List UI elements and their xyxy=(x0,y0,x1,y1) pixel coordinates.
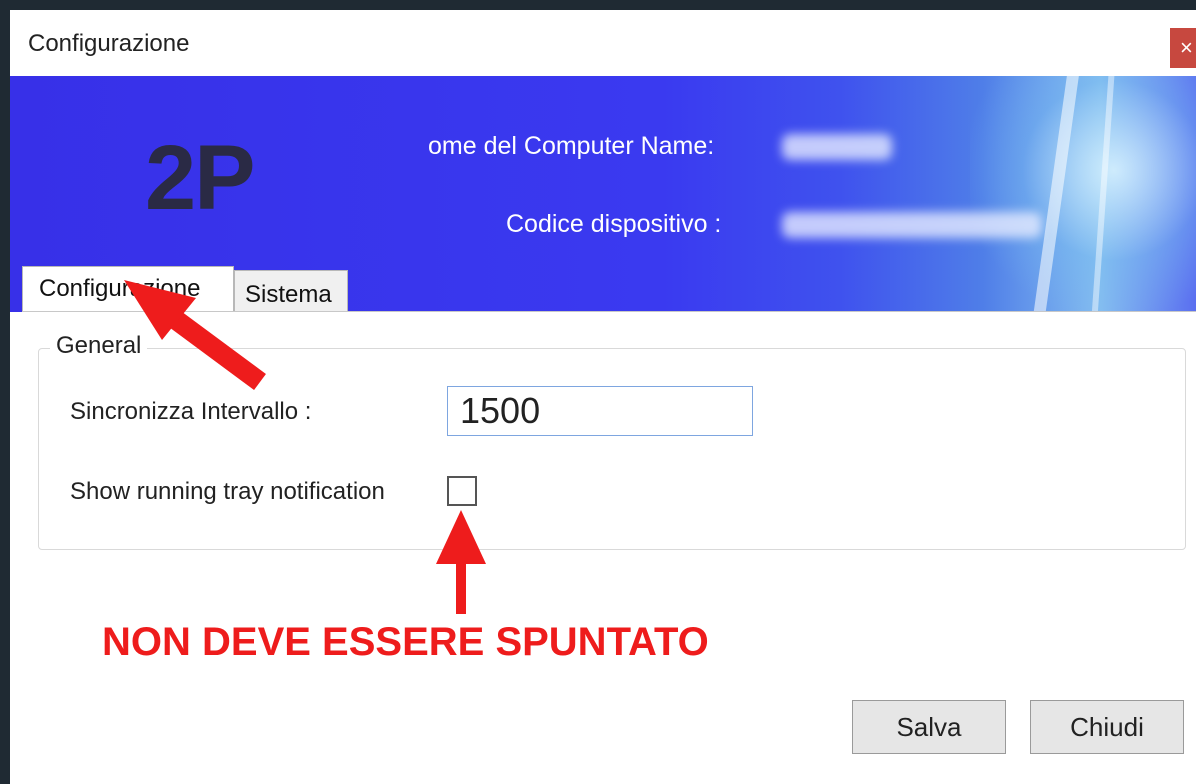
computer-name-value-redacted xyxy=(782,134,892,160)
title-bar: Configurazione × xyxy=(10,10,1196,76)
tray-notification-checkbox[interactable] xyxy=(447,476,477,506)
computer-name-label: ome del Computer Name: xyxy=(428,132,715,160)
device-code-label: Codice dispositivo : xyxy=(506,210,722,238)
sync-interval-input[interactable] xyxy=(447,386,753,436)
window-title: Configurazione xyxy=(28,30,190,57)
tray-notification-label: Show running tray notification xyxy=(70,478,385,505)
general-group-legend: General xyxy=(50,332,148,360)
logo: 2P xyxy=(145,127,256,229)
warning-annotation: NON DEVE ESSERE SPUNTATO xyxy=(102,620,709,664)
tab-panel: General Sincronizza Intervallo : Show ru… xyxy=(22,311,1196,784)
close-window-button[interactable]: × xyxy=(1170,28,1196,68)
tab-configurazione[interactable]: Configurazione xyxy=(22,266,234,312)
general-group xyxy=(38,348,1186,550)
save-button[interactable]: Salva xyxy=(852,700,1006,754)
banner-glow xyxy=(970,76,1196,312)
configuration-window: Configurazione × 2P ome del Computer Nam… xyxy=(10,10,1196,784)
close-button[interactable]: Chiudi xyxy=(1030,700,1184,754)
tab-sistema[interactable]: Sistema xyxy=(234,270,348,312)
sync-interval-label: Sincronizza Intervallo : xyxy=(70,398,312,425)
device-code-value-redacted xyxy=(782,212,1042,238)
